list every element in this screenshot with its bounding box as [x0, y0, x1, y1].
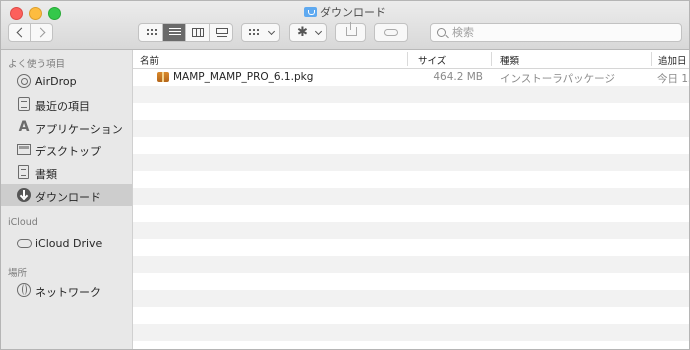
column-header-name[interactable]: 名前: [140, 53, 159, 67]
sidebar-item-label: iCloud Drive: [35, 237, 103, 250]
downloads-icon: [17, 188, 31, 202]
arrange-button[interactable]: [241, 23, 280, 42]
file-name: MAMP_MAMP_PRO_6.1.pkg: [173, 71, 314, 83]
gear-icon: ✱: [297, 25, 308, 40]
airdrop-icon: [17, 74, 31, 88]
search-input[interactable]: [452, 24, 672, 41]
package-file-icon: [157, 72, 169, 82]
search-icon: [437, 28, 446, 37]
empty-row: [133, 290, 689, 307]
group-grid-icon: [248, 28, 259, 36]
column-view-icon: [192, 28, 204, 37]
action-button[interactable]: ✱: [289, 23, 327, 42]
tags-button[interactable]: [374, 23, 408, 42]
cover-flow-view-button[interactable]: [210, 24, 233, 41]
sidebar-item-label: AirDrop: [35, 75, 77, 88]
sidebar-item-label: 書類: [35, 168, 57, 181]
empty-row: [133, 137, 689, 154]
empty-row: [133, 205, 689, 222]
sidebar-section-favorites: よく使う項目: [8, 59, 66, 70]
column-header-kind[interactable]: 種類: [500, 53, 519, 67]
sidebar-item-downloads[interactable]: ダウンロード: [1, 184, 132, 206]
documents-icon: [18, 165, 29, 179]
sidebar-item-icloud-drive[interactable]: iCloud Drive: [1, 232, 132, 254]
sidebar-item-desktop[interactable]: デスクトップ: [1, 138, 132, 160]
sidebar-section-icloud: iCloud: [8, 217, 38, 228]
applications-icon: A: [18, 119, 30, 135]
window-title-text: ダウンロード: [320, 6, 386, 19]
empty-row: [133, 103, 689, 120]
window-title: ダウンロード: [1, 4, 689, 20]
chevron-down-icon: [314, 27, 323, 36]
empty-row: [133, 324, 689, 341]
list-view-button[interactable]: [162, 24, 186, 41]
sidebar-item-network[interactable]: ネットワーク: [1, 279, 132, 301]
sidebar-item-label: ダウンロード: [35, 191, 101, 204]
sidebar-item-label: デスクトップ: [35, 145, 101, 158]
icon-view-button[interactable]: [139, 24, 163, 41]
empty-row: [133, 86, 689, 103]
sidebar-item-applications[interactable]: A アプリケーション: [1, 116, 132, 138]
list-view-icon: [168, 28, 181, 37]
share-button[interactable]: [335, 22, 366, 42]
icloud-icon: [17, 239, 32, 248]
share-icon: [346, 22, 357, 36]
sidebar-section-locations: 場所: [8, 268, 28, 279]
search-field[interactable]: [430, 23, 682, 42]
toolbar: ダウンロード ✱: [1, 1, 689, 50]
tag-icon: [384, 29, 398, 36]
empty-row: [133, 154, 689, 171]
empty-row: [133, 222, 689, 239]
empty-row: [133, 120, 689, 137]
recents-icon: [18, 97, 30, 111]
empty-row: [133, 273, 689, 290]
sidebar-item-label: 最近の項目: [35, 100, 90, 113]
column-view-button[interactable]: [186, 24, 210, 41]
sidebar-item-label: ネットワーク: [35, 286, 101, 299]
file-rows: MAMP_MAMP_PRO_6.1.pkg 464.2 MB インストーラパッケ…: [133, 69, 689, 341]
sidebar-item-recents[interactable]: 最近の項目: [1, 93, 132, 115]
finder-window: ダウンロード ✱ よく使う項目 AirDrop: [0, 0, 690, 350]
chevron-right-icon: [35, 27, 46, 38]
column-header-added[interactable]: 追加日: [658, 53, 687, 67]
column-header-size[interactable]: サイズ: [418, 53, 446, 67]
back-button[interactable]: [8, 23, 31, 42]
cover-flow-icon: [215, 28, 228, 37]
network-icon: [17, 283, 31, 297]
empty-row: [133, 239, 689, 256]
column-divider[interactable]: [407, 52, 408, 66]
sidebar: よく使う項目 AirDrop 最近の項目 A アプリケーション デスクトップ 書…: [1, 50, 133, 349]
file-date-added: 今日 13: [657, 73, 689, 85]
forward-button[interactable]: [31, 23, 53, 42]
icon-view-icon: [146, 28, 157, 36]
downloads-folder-icon: [304, 7, 317, 17]
empty-row: [133, 256, 689, 273]
file-size: 464.2 MB: [433, 71, 483, 83]
file-kind: インストーラパッケージ: [500, 73, 615, 85]
chevron-left-icon: [16, 27, 27, 38]
empty-row: [133, 171, 689, 188]
view-mode-segmented-control: [138, 23, 233, 42]
file-row[interactable]: MAMP_MAMP_PRO_6.1.pkg 464.2 MB インストーラパッケ…: [133, 69, 689, 86]
file-list: 名前 サイズ 種類 追加日 MAMP_MAMP_PRO_6.1.pkg 464.…: [133, 50, 689, 349]
column-divider[interactable]: [491, 52, 492, 66]
desktop-icon: [17, 144, 31, 155]
empty-row: [133, 307, 689, 324]
sidebar-item-documents[interactable]: 書類: [1, 161, 132, 183]
chevron-down-icon: [267, 27, 276, 36]
empty-row: [133, 188, 689, 205]
sidebar-item-label: アプリケーション: [35, 123, 123, 136]
column-divider[interactable]: [651, 52, 652, 66]
column-header-row: 名前 サイズ 種類 追加日: [133, 50, 689, 69]
sidebar-item-airdrop[interactable]: AirDrop: [1, 70, 132, 92]
